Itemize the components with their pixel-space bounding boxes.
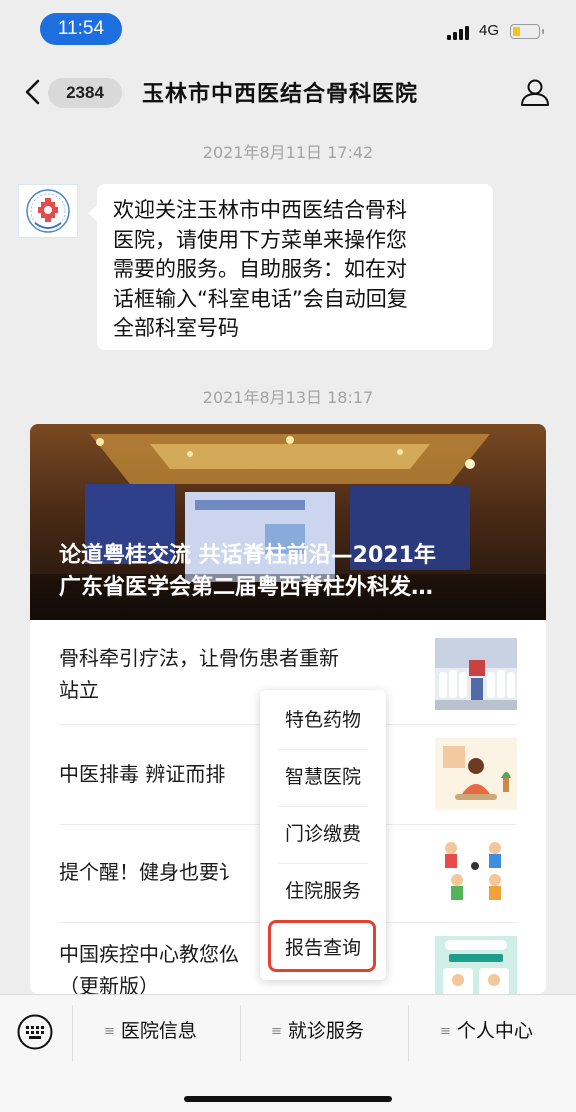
battery-icon <box>510 24 544 39</box>
network-type: 4G <box>479 22 500 39</box>
page-title: 玉林市中西医结合骨科医院 <box>142 82 419 107</box>
unread-count-badge[interactable]: 2384 <box>48 78 122 108</box>
message-line: 话框输入“科室电话”会自动回复 <box>113 286 408 311</box>
tab-hospital-info[interactable]: ≡ 医院信息 <box>104 1009 197 1053</box>
message-line: 全部科室号码 <box>113 316 239 340</box>
nav-bar: 2384 玉林市中西医结合骨科医院 <box>0 62 576 122</box>
status-bar: 11:54 4G <box>0 0 576 62</box>
tab-clinic-services[interactable]: ≡ 就诊服务 <box>271 1009 364 1053</box>
thumbnail-kids-exercise-illustration <box>435 836 517 908</box>
menu-item-outpatient-payment[interactable]: 门诊缴费 <box>270 806 376 863</box>
status-time: 11:54 <box>40 13 122 45</box>
signal-icon <box>447 24 473 40</box>
tab-label: 就诊服务 <box>287 1020 364 1042</box>
menu-item-featured-medicine[interactable]: 特色药物 <box>270 692 376 749</box>
bottom-menu-bar: ≡ 医院信息 ≡ 就诊服务 ≡ 个人中心 <box>0 994 576 1112</box>
thumbnail-meditation-illustration <box>435 738 517 810</box>
avatar[interactable] <box>18 184 78 238</box>
menu-lines-icon: ≡ <box>104 1024 115 1039</box>
message-line: 医院，请使用下方菜单来操作您 <box>113 227 407 252</box>
tab-divider <box>408 1005 409 1061</box>
message-bubble[interactable]: 欢迎关注玉林市中西医结合骨科 医院，请使用下方菜单来操作您 需要的服务。自助服务… <box>97 184 493 350</box>
highlight-box <box>268 920 376 972</box>
tab-label: 医院信息 <box>120 1020 197 1042</box>
message-timestamp: 2021年8月11日 17:42 <box>202 143 374 162</box>
thumbnail-cdc-poster <box>435 936 517 994</box>
message-line: 需要的服务。自助服务：如在对 <box>113 257 407 281</box>
article-hero[interactable]: 论道粤桂交流 共话脊柱前沿—2021年 广东省医学会第二届粤西脊柱外科发… <box>30 424 546 620</box>
article-title-line: 骨科牵引疗法，让骨伤患者重新 <box>59 646 339 670</box>
tab-divider <box>72 1005 73 1061</box>
menu-item-inpatient-service[interactable]: 住院服务 <box>270 863 376 920</box>
menu-lines-icon: ≡ <box>440 1024 451 1039</box>
hero-title-line: 广东省医学会第二届粤西脊柱外科发… <box>59 575 434 600</box>
menu-lines-icon: ≡ <box>271 1024 282 1039</box>
tab-personal-center[interactable]: ≡ 个人中心 <box>440 1009 533 1053</box>
message-timestamp: 2021年8月13日 18:17 <box>202 388 374 407</box>
home-indicator <box>184 1096 392 1102</box>
profile-icon[interactable] <box>519 76 551 108</box>
menu-item-smart-hospital[interactable]: 智慧医院 <box>270 749 376 806</box>
hero-title-line: 论道粤桂交流 共话脊柱前沿—2021年 <box>59 543 436 568</box>
thumbnail-team-photo <box>435 638 517 710</box>
message-line: 欢迎关注玉林市中西医结合骨科 <box>113 198 407 222</box>
hospital-logo <box>26 189 70 233</box>
tab-divider <box>240 1005 241 1061</box>
article-hero-title: 论道粤桂交流 共话脊柱前沿—2021年 广东省医学会第二届粤西脊柱外科发… <box>59 540 529 604</box>
tab-label: 个人中心 <box>456 1020 533 1042</box>
keyboard-icon[interactable] <box>16 1013 54 1051</box>
back-icon[interactable] <box>22 78 44 106</box>
